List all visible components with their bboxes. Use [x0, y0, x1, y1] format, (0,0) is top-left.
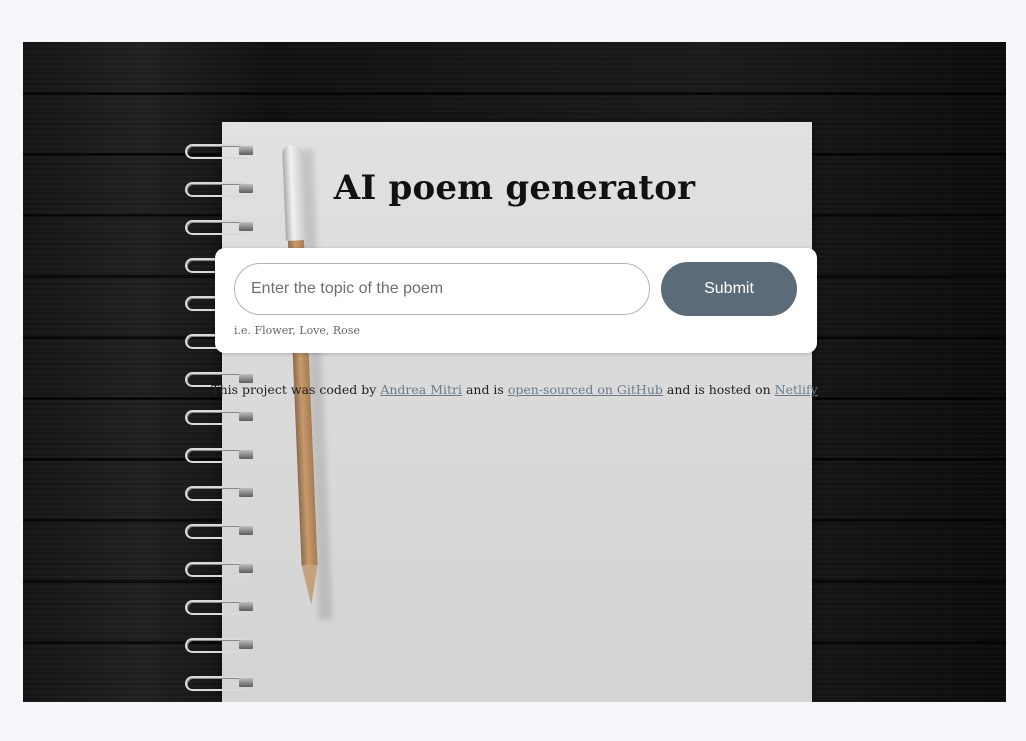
notebook-spiral: [183, 142, 261, 702]
footer-text-1: This project was coded by: [211, 382, 381, 397]
github-link[interactable]: open-sourced on GitHub: [508, 382, 663, 397]
submit-button[interactable]: Submit: [661, 262, 797, 316]
netlify-link[interactable]: Netlify: [775, 382, 818, 397]
page-title: AI poem generator: [333, 168, 696, 208]
footer-text-2: and is: [461, 382, 508, 397]
input-hint: i.e. Flower, Love, Rose: [234, 324, 360, 337]
footer-text-3: and is hosted on: [662, 382, 775, 397]
poem-form: Submit i.e. Flower, Love, Rose: [215, 248, 817, 353]
topic-input[interactable]: [234, 263, 650, 315]
author-link[interactable]: Andrea Mitri: [380, 382, 462, 397]
footer: This project was coded by Andrea Mitri a…: [23, 382, 1006, 397]
hero-background: AI poem generator Submit i.e. Flower, Lo…: [23, 42, 1006, 702]
